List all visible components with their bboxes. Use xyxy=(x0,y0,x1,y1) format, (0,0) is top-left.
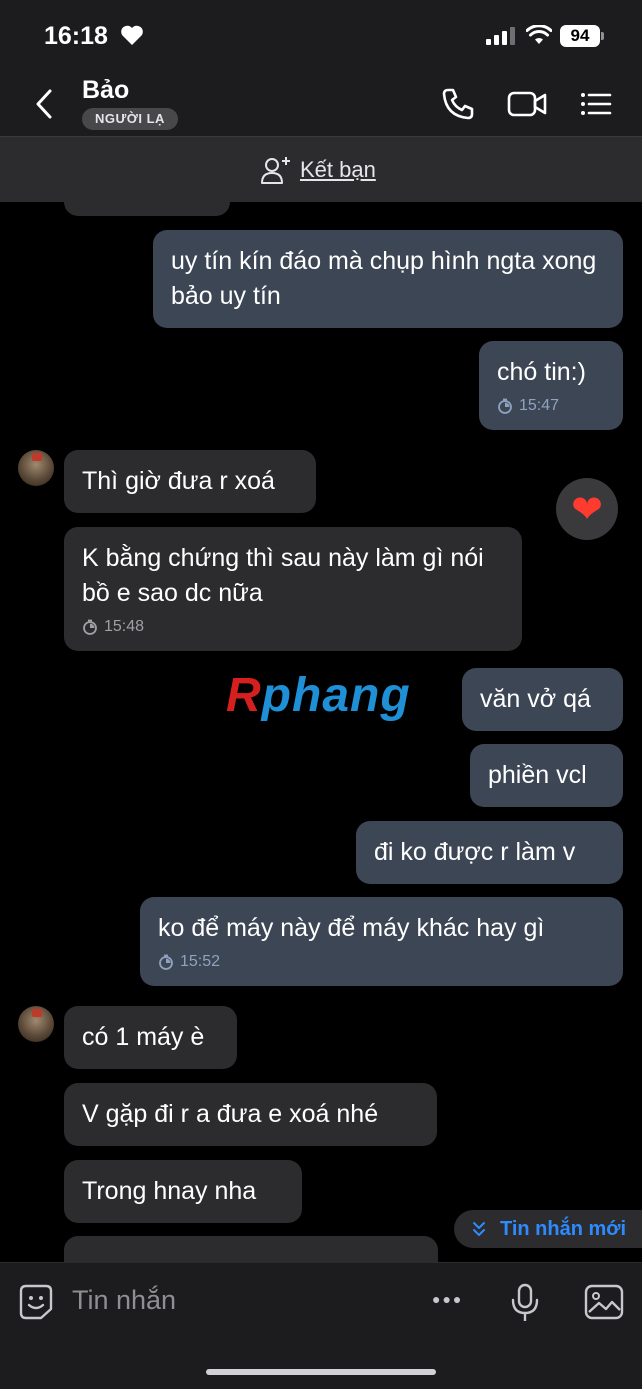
outgoing-message[interactable]: văn vở qá xyxy=(462,668,623,731)
contact-avatar[interactable] xyxy=(18,450,54,486)
contact-avatar[interactable] xyxy=(18,1006,54,1042)
wifi-icon xyxy=(526,25,552,44)
status-time: 16:18 xyxy=(44,22,108,50)
partial-message-bubble[interactable] xyxy=(64,1236,438,1262)
new-messages-label: Tin nhắn mới xyxy=(500,1217,627,1240)
microphone-icon[interactable] xyxy=(510,1283,540,1323)
partial-message-bubble[interactable] xyxy=(64,202,230,216)
phone-call-icon[interactable] xyxy=(440,86,476,122)
menu-list-icon[interactable] xyxy=(578,86,614,122)
battery-indicator: 94 xyxy=(560,25,600,47)
message-text: chó tin:) xyxy=(497,358,586,386)
incoming-message[interactable]: có 1 máy è xyxy=(64,1006,237,1069)
outgoing-message[interactable]: ko để máy này để máy khác hay gì 15:52 xyxy=(140,897,623,986)
watermark-rest: phang xyxy=(261,669,411,722)
heart-icon xyxy=(121,25,143,45)
outgoing-message[interactable]: đi ko được r làm v xyxy=(356,821,623,884)
add-friend-button[interactable]: Kết bạn xyxy=(260,155,376,185)
message-composer: Tin nhắn ●●● xyxy=(0,1262,642,1389)
message-text: Thì giờ đưa r xoá xyxy=(82,467,275,495)
message-timestamp: 15:48 xyxy=(82,617,504,637)
message-text: uy tín kín đáo mà chụp hình ngta xong bả… xyxy=(171,247,597,310)
message-input[interactable]: Tin nhắn xyxy=(72,1285,176,1316)
image-gallery-icon[interactable] xyxy=(584,1283,624,1321)
add-friend-label: Kết bạn xyxy=(300,157,376,182)
message-text: phiền vcl xyxy=(488,761,587,789)
message-text: K bằng chứng thì sau này làm gì nói bồ e… xyxy=(82,544,484,607)
add-friend-bar: Kết bạn xyxy=(0,136,642,202)
message-timestamp: 15:52 xyxy=(158,952,605,972)
more-options-icon[interactable]: ●●● xyxy=(432,1291,463,1307)
timestamp-text: 15:47 xyxy=(519,397,560,414)
message-text: văn vở qá xyxy=(480,685,591,713)
home-indicator xyxy=(206,1369,436,1375)
message-text: đi ko được r làm v xyxy=(374,838,576,866)
outgoing-message[interactable]: phiền vcl xyxy=(470,744,623,807)
incoming-message[interactable]: Thì giờ đưa r xoá xyxy=(64,450,316,513)
message-text: Trong hnay nha xyxy=(82,1177,257,1205)
add-person-icon xyxy=(261,157,290,184)
status-bar: 16:18 94 xyxy=(0,0,642,72)
message-list[interactable]: uy tín kín đáo mà chụp hình ngta xong bả… xyxy=(0,202,642,1262)
message-timestamp: 15:47 xyxy=(497,396,605,416)
message-text: có 1 máy è xyxy=(82,1023,205,1051)
timer-icon xyxy=(498,398,512,414)
timer-icon xyxy=(159,954,173,970)
message-text: V gặp đi r a đưa e xoá nhé xyxy=(82,1100,379,1128)
watermark-logo: Rphang xyxy=(226,668,411,723)
watermark-first-letter: R xyxy=(226,669,262,722)
chevron-down-icon xyxy=(473,1222,485,1236)
incoming-message[interactable]: V gặp đi r a đưa e xoá nhé xyxy=(64,1083,437,1146)
timestamp-text: 15:48 xyxy=(104,618,145,635)
timer-icon xyxy=(83,619,97,635)
message-text: ko để máy này để máy khác hay gì xyxy=(158,914,545,942)
video-call-icon[interactable] xyxy=(506,86,548,122)
outgoing-message[interactable]: chó tin:) 15:47 xyxy=(479,341,623,430)
back-arrow-icon[interactable] xyxy=(30,86,58,122)
heart-reaction-icon[interactable]: ❤ xyxy=(556,478,618,540)
outgoing-message[interactable]: uy tín kín đáo mà chụp hình ngta xong bả… xyxy=(153,230,623,328)
incoming-message[interactable]: K bằng chứng thì sau này làm gì nói bồ e… xyxy=(64,527,522,651)
new-messages-button[interactable]: Tin nhắn mới xyxy=(454,1210,642,1248)
cellular-signal-icon xyxy=(486,27,515,45)
stranger-badge: NGƯỜI LẠ xyxy=(82,108,178,130)
sticker-icon[interactable] xyxy=(18,1283,54,1321)
chat-header: Bảo NGƯỜI LẠ xyxy=(0,72,642,136)
contact-name[interactable]: Bảo xyxy=(82,76,129,105)
timestamp-text: 15:52 xyxy=(180,953,221,970)
incoming-message[interactable]: Trong hnay nha xyxy=(64,1160,302,1223)
battery-tip xyxy=(601,32,604,40)
